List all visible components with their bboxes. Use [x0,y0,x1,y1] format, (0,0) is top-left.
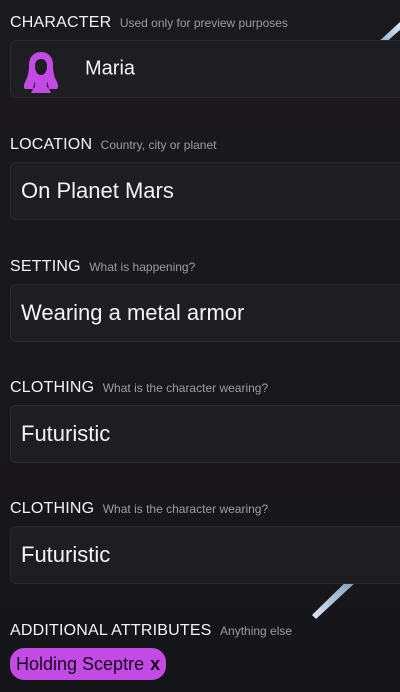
location-label-row: LOCATION Country, city or planet [10,136,216,154]
setting-label: SETTING [10,258,81,275]
additional-hint: Anything else [220,624,293,638]
setting-input[interactable]: Wearing a metal armor [10,284,400,342]
setting-hint: What is happening? [89,260,196,274]
setting-label-row: SETTING What is happening? [10,258,195,276]
woman-silhouette-icon [23,52,59,93]
character-label-row: CHARACTER Used only for preview purposes [10,14,288,32]
clothing-label-2: CLOTHING [10,500,95,517]
character-name: Maria [85,57,136,80]
location-hint: Country, city or planet [100,138,217,152]
additional-label-row: ADDITIONAL ATTRIBUTES Anything else [10,622,292,640]
setting-value: Wearing a metal armor [21,300,245,325]
location-value: On Planet Mars [21,178,174,203]
clothing-label-row-1: CLOTHING What is the character wearing? [10,379,268,397]
clothing-input-2[interactable]: Futuristic [10,526,400,584]
clothing-label-row-2: CLOTHING What is the character wearing? [10,500,268,518]
remove-tag-button[interactable]: x [150,654,160,675]
clothing-hint-2: What is the character wearing? [102,502,269,516]
additional-label: ADDITIONAL ATTRIBUTES [10,622,212,639]
location-input[interactable]: On Planet Mars [10,162,400,220]
character-selector[interactable]: Maria [10,40,400,98]
prompt-builder-panel: CHARACTER Used only for preview purposes… [0,0,400,692]
character-label: CHARACTER [10,14,112,31]
clothing-value-1: Futuristic [21,421,111,446]
attribute-tag-label: Holding Sceptre [16,653,145,674]
clothing-label-1: CLOTHING [10,379,95,396]
attribute-tag[interactable]: Holding Sceptre x [10,648,167,680]
location-label: LOCATION [10,136,93,153]
clothing-hint-1: What is the character wearing? [102,381,269,395]
clothing-value-2: Futuristic [21,542,111,567]
clothing-input-1[interactable]: Futuristic [10,405,400,463]
character-hint: Used only for preview purposes [119,16,288,30]
